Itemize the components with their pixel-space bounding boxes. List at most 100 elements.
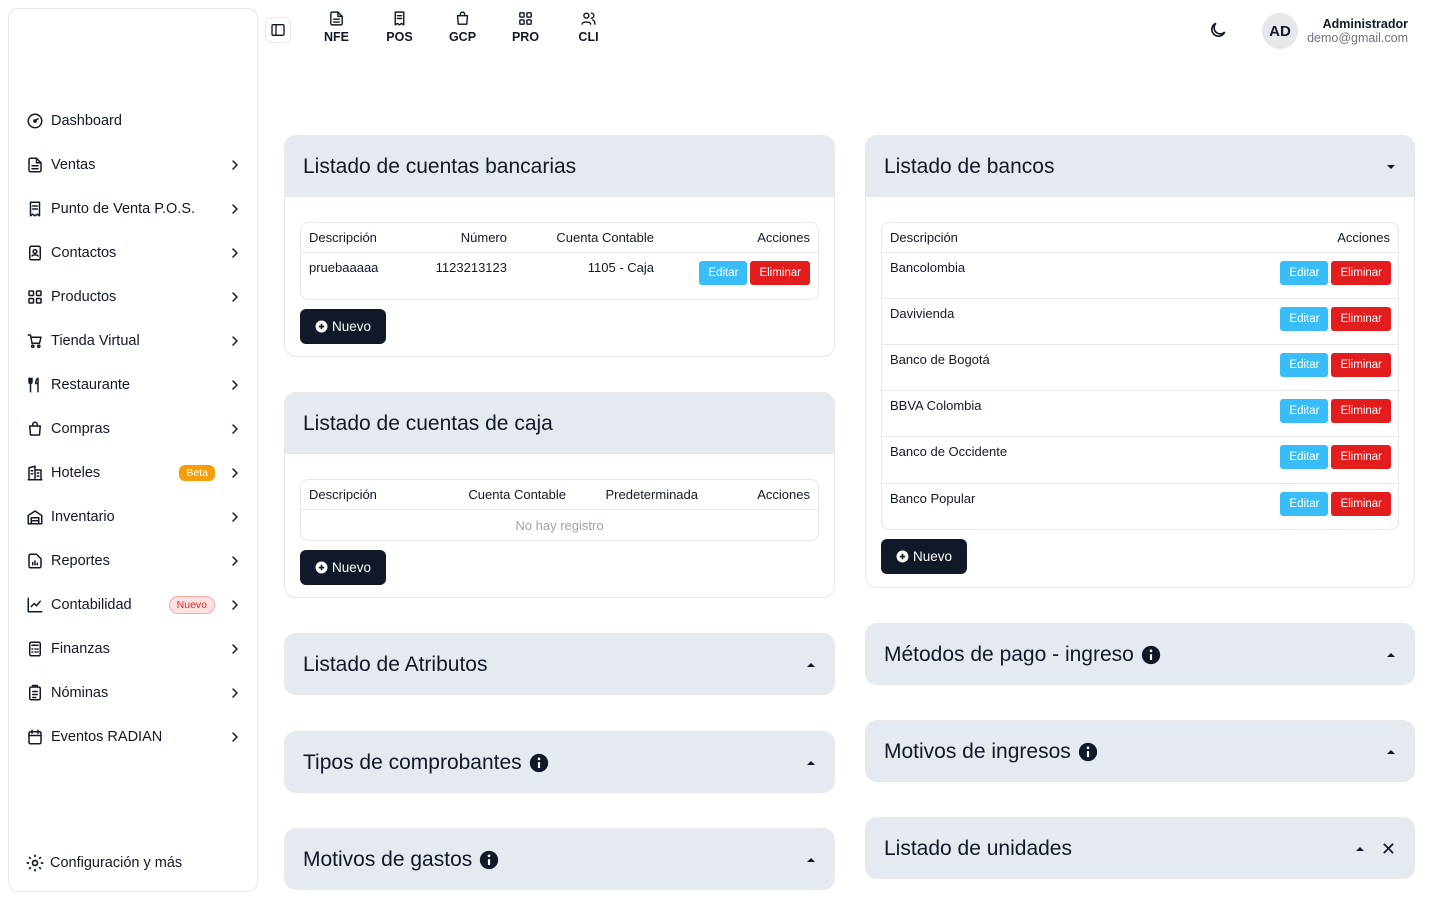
info-icon[interactable] bbox=[1141, 645, 1161, 665]
sidebar-item-hoteles[interactable]: Hoteles Beta bbox=[9, 451, 257, 495]
info-icon[interactable] bbox=[529, 753, 549, 773]
user-name: Administrador bbox=[1322, 17, 1408, 31]
topnav-nfe[interactable]: NFE bbox=[305, 10, 368, 44]
sidebar-item-label: Hoteles bbox=[51, 465, 101, 481]
delete-button[interactable]: Eliminar bbox=[1331, 261, 1391, 285]
config-button[interactable]: Configuración y más bbox=[25, 853, 182, 873]
sidebar-item-reportes[interactable]: Reportes bbox=[9, 539, 257, 583]
sidebar-item-productos[interactable]: Productos bbox=[9, 275, 257, 319]
motivos-ingresos-card[interactable]: Motivos de ingresos bbox=[865, 720, 1415, 782]
button-label: Nuevo bbox=[332, 319, 372, 334]
close-icon[interactable]: ✕ bbox=[1381, 839, 1396, 860]
sidebar-item-contactos[interactable]: Contactos bbox=[9, 231, 257, 275]
moon-icon bbox=[1211, 22, 1226, 37]
sidebar-item-pos[interactable]: Punto de Venta P.O.S. bbox=[9, 187, 257, 231]
card-header[interactable]: Motivos de gastos bbox=[285, 829, 834, 889]
sidebar-item-label: Tienda Virtual bbox=[51, 333, 140, 349]
file-text-icon bbox=[25, 155, 45, 175]
sidebar-item-compras[interactable]: Compras bbox=[9, 407, 257, 451]
sidebar-item-finanzas[interactable]: Finanzas bbox=[9, 627, 257, 671]
cell-descripcion: Davivienda bbox=[890, 306, 955, 321]
info-icon[interactable] bbox=[1078, 742, 1098, 762]
card-title-text: Motivos de gastos bbox=[303, 848, 473, 871]
delete-button[interactable]: Eliminar bbox=[750, 261, 810, 285]
chevron-right-icon bbox=[227, 553, 243, 569]
delete-button[interactable]: Eliminar bbox=[1331, 307, 1391, 331]
delete-button[interactable]: Eliminar bbox=[1331, 445, 1391, 469]
topnav-cli[interactable]: CLI bbox=[557, 10, 620, 44]
table-header-row: Descripción Acciones bbox=[882, 223, 1398, 253]
caret-up-icon[interactable] bbox=[806, 758, 816, 768]
unidades-card[interactable]: Listado de unidades ✕ bbox=[865, 817, 1415, 879]
table-row: Banco de Bogotá Editar Eliminar bbox=[882, 345, 1398, 391]
new-banco-button[interactable]: Nuevo bbox=[881, 539, 968, 574]
cell-acciones: Editar Eliminar bbox=[654, 261, 818, 285]
sidebar-item-label: Punto de Venta P.O.S. bbox=[51, 201, 196, 217]
motivos-gastos-card[interactable]: Motivos de gastos bbox=[284, 828, 835, 890]
sidebar-item-label: Ventas bbox=[51, 157, 96, 173]
cell-acciones: Editar Eliminar bbox=[1280, 353, 1398, 377]
topnav-gcp[interactable]: GCP bbox=[431, 10, 494, 44]
card-header[interactable]: Motivos de ingresos bbox=[866, 721, 1414, 781]
caret-up-icon[interactable] bbox=[806, 855, 816, 865]
sidebar-item-ventas[interactable]: Ventas bbox=[9, 143, 257, 187]
caret-up-icon[interactable] bbox=[1386, 747, 1396, 757]
atributos-card[interactable]: Listado de Atributos bbox=[284, 633, 835, 695]
edit-button[interactable]: Editar bbox=[699, 261, 748, 285]
card-header: Listado de bancos bbox=[866, 136, 1414, 197]
edit-button[interactable]: Editar bbox=[1280, 353, 1329, 377]
metodos-pago-card[interactable]: Métodos de pago - ingreso bbox=[865, 623, 1415, 685]
chevron-right-icon bbox=[227, 333, 243, 349]
info-icon[interactable] bbox=[479, 850, 499, 870]
card-title: Listado de bancos bbox=[884, 154, 1055, 178]
caret-down-icon[interactable] bbox=[1386, 162, 1396, 172]
new-cuenta-caja-button[interactable]: Nuevo bbox=[300, 550, 387, 585]
edit-button[interactable]: Editar bbox=[1280, 492, 1329, 516]
delete-button[interactable]: Eliminar bbox=[1331, 353, 1391, 377]
card-header[interactable]: Tipos de comprobantes bbox=[285, 732, 834, 792]
caret-up-icon[interactable] bbox=[1386, 650, 1396, 660]
topnav-label: POS bbox=[386, 30, 413, 44]
sidebar-item-eventos-radian[interactable]: Eventos RADIAN bbox=[9, 715, 257, 759]
chevron-right-icon bbox=[227, 465, 243, 481]
caret-up-icon[interactable] bbox=[806, 660, 816, 670]
new-cuenta-bancaria-button[interactable]: Nuevo bbox=[300, 309, 387, 344]
edit-button[interactable]: Editar bbox=[1280, 307, 1329, 331]
user-info[interactable]: Administrador demo@gmail.com bbox=[1307, 17, 1408, 45]
table-row: pruebaaaaa 1123213123 1105 - Caja Editar… bbox=[301, 253, 818, 299]
sidebar-item-inventario[interactable]: Inventario bbox=[9, 495, 257, 539]
cell-descripcion: Banco de Bogotá bbox=[890, 352, 990, 367]
building-icon bbox=[25, 463, 45, 483]
card-header[interactable]: Listado de Atributos bbox=[285, 634, 834, 694]
sidebar-item-label: Contactos bbox=[51, 245, 117, 261]
topnav-pos[interactable]: POS bbox=[368, 10, 431, 44]
delete-button[interactable]: Eliminar bbox=[1331, 492, 1391, 516]
cell-descripcion: BBVA Colombia bbox=[890, 398, 982, 413]
gear-icon bbox=[26, 854, 44, 872]
avatar[interactable]: AD bbox=[1262, 13, 1298, 49]
sidebar-item-nominas[interactable]: Nóminas bbox=[9, 671, 257, 715]
chevron-right-icon bbox=[227, 509, 243, 525]
tipos-comprobantes-card[interactable]: Tipos de comprobantes bbox=[284, 731, 835, 793]
top-nav: NFE POS GCP PRO CLI bbox=[305, 10, 620, 44]
sidebar-item-contabilidad[interactable]: Contabilidad Nuevo bbox=[9, 583, 257, 627]
sidebar-toggle-button[interactable] bbox=[265, 17, 291, 43]
edit-button[interactable]: Editar bbox=[1280, 445, 1329, 469]
button-label: Nuevo bbox=[913, 549, 953, 564]
card-header[interactable]: Listado de unidades ✕ bbox=[866, 818, 1414, 878]
sidebar-item-restaurante[interactable]: Restaurante bbox=[9, 363, 257, 407]
caret-up-icon[interactable] bbox=[1355, 844, 1365, 854]
theme-toggle-button[interactable] bbox=[1208, 20, 1230, 42]
edit-button[interactable]: Editar bbox=[1280, 261, 1329, 285]
column-header: Acciones bbox=[757, 230, 810, 245]
topnav-pro[interactable]: PRO bbox=[494, 10, 557, 44]
sidebar-item-dashboard[interactable]: Dashboard bbox=[9, 99, 257, 143]
edit-button[interactable]: Editar bbox=[1280, 399, 1329, 423]
button-label: Nuevo bbox=[332, 560, 372, 575]
sidebar-item-label: Inventario bbox=[51, 509, 115, 525]
new-badge: Nuevo bbox=[168, 596, 215, 614]
card-header[interactable]: Métodos de pago - ingreso bbox=[866, 624, 1414, 684]
sidebar-item-label: Productos bbox=[51, 289, 117, 305]
delete-button[interactable]: Eliminar bbox=[1331, 399, 1391, 423]
sidebar-item-tienda-virtual[interactable]: Tienda Virtual bbox=[9, 319, 257, 363]
